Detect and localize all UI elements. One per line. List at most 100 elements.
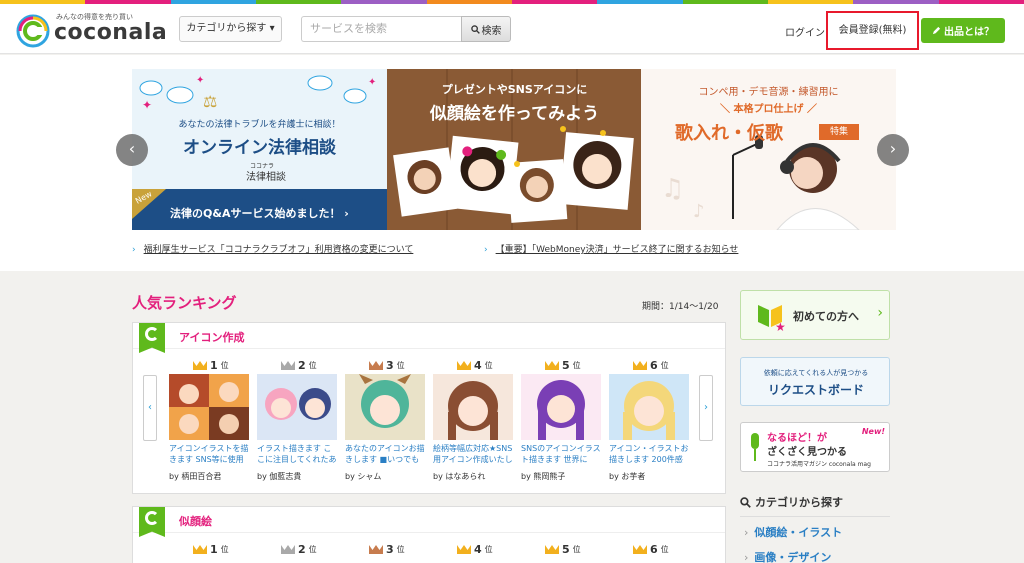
chevron-right-icon: › [744,551,749,563]
singing-banner-line2: ＼ 本格プロ仕上げ ／ [720,104,817,115]
portrait-banner-line2: 似顔絵を作ってみよう [429,104,600,124]
crown-icon [457,361,471,370]
category-dropdown-button[interactable]: カテゴリから探す ▾ [179,16,282,42]
item-description: イラスト描きます こ こに注目してくれたあ [257,444,337,464]
item-seller: by はなあられ [433,472,486,481]
rank-label: 3位 [369,359,405,372]
category-search-label: カテゴリから探す [755,496,843,509]
rank-number: 5 [562,543,570,556]
ranking-section-icon: アイコン作成 ‹ › 1位 アイコンイラストを描きます SNS等に使用 by 柄… [132,322,726,494]
rank-suffix: 位 [572,361,581,370]
rank-number: 6 [650,359,658,372]
news-link-1[interactable]: › 福利厚生サービス「ココナラクラブオフ」利用資格の変更について [132,242,413,255]
legal-banner-footer: 法律のQ&Aサービス始めました！ › [170,207,349,220]
svg-text:♪: ♪ [693,201,705,222]
item-seller: by 熊岡熊子 [521,472,566,481]
svg-text:♫: ♫ [661,174,684,204]
coconala-mag-card[interactable]: なるほど！が ざくざく見つかる ココナラ活用マガジン coconala mag … [740,422,890,472]
register-button[interactable]: 会員登録(無料) [826,11,919,50]
news-link-2[interactable]: › 【重要】「WebMoney決済」サービス終了に関するお知らせ [484,242,738,255]
svg-text:✦: ✦ [142,98,152,112]
item-thumbnail [169,374,249,440]
item-thumbnail [521,374,601,440]
chevron-right-icon: › [484,245,488,255]
chevron-right-icon: › [132,245,136,255]
banner-portrait[interactable]: プレゼントやSNSアイコンに 似顔絵を作ってみよう [387,69,642,230]
search-bar: 検索 [301,16,511,42]
rank-suffix: 位 [660,545,669,554]
rank-label: 4位 [457,543,493,556]
crown-silver-icon [281,361,295,370]
search-input[interactable] [301,16,461,42]
rank-label: 3位 [369,543,405,556]
rank-number: 5 [562,359,570,372]
item-seller: by 柄田百合君 [169,472,222,481]
section-title[interactable]: アイコン作成 [179,329,244,345]
rank-number: 2 [298,359,306,372]
crown-icon [545,361,559,370]
ranking-period: 期間：1/14〜1/20 [642,302,719,312]
item-thumbnail [609,374,689,440]
rank-suffix: 位 [308,361,317,370]
crown-icon [633,361,647,370]
microphone-icon [751,433,759,461]
rank-label: 6位 [633,359,669,372]
rank-label: 2位 [281,543,317,556]
banner-legal-consultation[interactable]: ✦ ✦ ✦ ⚖ あなたの法律トラブルを弁護士に相談！ オンライン法律相談 ココナ… [132,69,387,230]
item-seller: by シャム [345,472,382,481]
crown-icon [545,545,559,554]
request-board-card[interactable]: 依頼に応えてくれる人が見つかる リクエストボード [740,357,890,406]
mag-new-badge: New! [861,427,885,436]
section-header: アイコン作成 [133,323,725,353]
coconala-flag-icon [139,323,165,353]
login-link[interactable]: ログイン [785,24,825,39]
item-thumbnail [257,374,337,440]
rank-suffix: 位 [484,545,493,554]
rank-label: 2位 [281,359,317,372]
category-link-label: 画像・デザイン [754,551,832,563]
sell-guide-label: 出品とは？ [944,27,994,38]
crown-gold-icon [193,361,207,370]
request-board-title: リクエストボード [767,383,864,397]
portrait-banner-line1: プレゼントやSNSアイコンに [441,83,588,96]
singing-banner-line3: 歌入れ・仮歌 [675,123,783,144]
section-header: 似顔絵 [133,507,725,537]
rank-number: 1 [210,543,218,556]
carousel-next-button[interactable]: › [877,134,909,166]
search-icon [740,496,751,508]
item-thumbnail [345,374,425,440]
category-search-heading: カテゴリから探す [740,494,843,510]
chevron-right-icon: › [744,526,749,539]
carousel-prev-button[interactable]: ‹ [116,134,148,166]
rank-label: 5位 [545,359,581,372]
ranking-next-button[interactable]: › [699,375,713,441]
rank-label: 1位 [193,543,229,556]
item-description: アイコンイラストを描きます SNS等に使用 [169,444,249,464]
crown-silver-icon [281,545,295,554]
coconala-logo[interactable]: みんなの得意を売り買い coconala [16,10,168,50]
item-description: あなたのアイコンお描きします ■いつでも [345,444,425,464]
sell-guide-button[interactable]: 出品とは？ [921,18,1005,43]
mag-subtitle: ココナラ活用マガジン coconala mag [767,461,871,468]
rank-suffix: 位 [308,545,317,554]
mag-line2: ざくざく見つかる [767,447,847,458]
logo-text: coconala [54,20,168,45]
rank-number: 3 [386,359,394,372]
section-title[interactable]: 似顔絵 [179,513,212,529]
search-icon [470,24,480,34]
ranking-prev-button[interactable]: ‹ [143,375,157,441]
news-text-1: 福利厚生サービス「ココナラクラブオフ」利用資格の変更について [143,245,414,255]
beginner-guide-card[interactable]: ★ 初めての方へ › [740,290,890,340]
category-link-portrait-illust[interactable]: › 似顔絵・イラスト [744,524,842,540]
news-text-2: 【重要】「WebMoney決済」サービス終了に関するお知らせ [495,245,739,255]
search-button-label: 検索 [481,25,502,37]
crown-gold-icon [193,545,207,554]
legal-banner-title: オンライン法律相談 [183,138,336,158]
beginner-guide-label: 初めての方へ [793,310,859,323]
legal-banner-top-text: あなたの法律トラブルを弁護士に相談！ [178,120,341,130]
banner-singing[interactable]: ♫ ♪ コンペ用・デモ音源・練習用に ＼ 本格プロ仕上げ ／ 歌入れ・仮歌 特集 [641,69,896,230]
item-description: 絵柄等幅広対応★SNS用アイコン作成いたし [433,444,513,464]
category-link-image-design[interactable]: › 画像・デザイン [744,549,831,563]
coconala-flag-icon [139,507,165,537]
search-button[interactable]: 検索 [461,16,511,42]
